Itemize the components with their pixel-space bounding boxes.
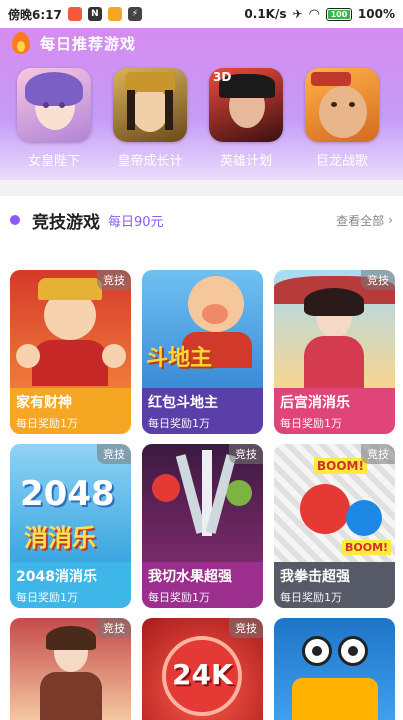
airplane-icon: ✈ — [292, 7, 303, 21]
card-reward: 每日奖励1万 — [148, 591, 210, 604]
game-card-qieshuiguo[interactable]: 竞技 我切水果超强 每日奖励1万 — [142, 444, 263, 608]
battery-percent: 100% — [357, 7, 395, 21]
game-icon-julong — [305, 68, 379, 142]
card-name: 2048消消乐 — [16, 569, 97, 585]
flame-icon — [12, 32, 30, 54]
card-reward: 每日奖励1万 — [280, 417, 342, 430]
section-subtitle: 每日90元 — [108, 214, 164, 230]
card-info: 2048消消乐 每日奖励1万 — [10, 562, 131, 608]
tag-badge: 竞技 — [361, 270, 395, 290]
game-card-row3-1[interactable]: 竞技 — [10, 618, 131, 720]
app-notify-icon — [107, 7, 122, 21]
24k-logo-text: 24K — [172, 658, 233, 691]
tag-badge: 竞技 — [97, 444, 131, 464]
card-name: 我切水果超强 — [148, 569, 232, 585]
daily-title: 每日推荐游戏 — [40, 34, 137, 53]
status-time: 傍晚6:17 — [8, 7, 62, 22]
game-card-doudizhu[interactable]: 斗地主 红包斗地主 每日奖励1万 — [142, 270, 263, 434]
daily-game-julong[interactable]: 巨龙战歌 — [304, 68, 380, 169]
boom-text-2: BOOM! — [342, 540, 392, 555]
daily-game-nvhuang[interactable]: 女皇陛下 — [16, 68, 92, 169]
card-info: 后宫消消乐 每日奖励1万 — [274, 388, 395, 434]
daily-game-huangdi[interactable]: 皇帝成长计 — [112, 68, 188, 169]
daily-game-label: 英雄计划 — [219, 154, 272, 169]
boom-text-1: BOOM! — [314, 458, 367, 474]
daily-game-yingxiong[interactable]: 3D 英雄计划 — [208, 68, 284, 169]
tag-badge: 竞技 — [97, 618, 131, 638]
card-reward: 每日奖励1万 — [280, 591, 342, 604]
game-art-doudizhu: 斗地主 — [142, 270, 263, 388]
section-dot-icon — [10, 215, 20, 225]
game-icon-huangdi — [113, 68, 187, 142]
game-card-row3-3[interactable] — [274, 618, 395, 720]
card-reward: 每日奖励1万 — [148, 417, 210, 430]
daily-game-label: 女皇陛下 — [27, 154, 80, 169]
wifi-icon: ◠ — [308, 6, 320, 22]
game-card-caishen[interactable]: 竞技 家有财神 每日奖励1万 — [10, 270, 131, 434]
daily-game-label: 巨龙战歌 — [315, 154, 368, 169]
shield-icon: ⚡ — [127, 7, 142, 21]
tag-badge: 竞技 — [229, 618, 263, 638]
daily-recommend-panel: 每日推荐游戏 女皇陛下 皇帝成长计 3D 英雄计划 巨龙战歌 — [0, 28, 403, 180]
tag-badge: 竞技 — [229, 444, 263, 464]
notification-icon — [67, 7, 82, 21]
card-reward: 每日奖励1万 — [16, 591, 78, 604]
chevron-right-icon: › — [388, 213, 393, 227]
card-reward: 每日奖励1万 — [16, 417, 78, 430]
xiaoxiaole-logo-text: 消消乐 — [24, 524, 96, 552]
card-info: 我拳击超强 每日奖励1万 — [274, 562, 395, 608]
card-name: 后宫消消乐 — [280, 395, 350, 411]
see-all-link[interactable]: 查看全部 › — [336, 212, 393, 229]
news-icon: N — [87, 7, 102, 21]
game-card-quanji[interactable]: BOOM! BOOM! 竞技 我拳击超强 每日奖励1万 — [274, 444, 395, 608]
game-card-2048[interactable]: 2048 消消乐 竞技 2048消消乐 每日奖励1万 — [10, 444, 131, 608]
net-speed: 0.1K/s — [244, 7, 287, 21]
2048-logo-text: 2048 — [20, 474, 115, 514]
game-card-24k[interactable]: 24K 竞技 — [142, 618, 263, 720]
status-bar: 傍晚6:17 N ⚡ 0.1K/s ✈ ◠ 100 100% — [0, 0, 403, 28]
tag-badge: 竞技 — [97, 270, 131, 290]
card-name: 我拳击超强 — [280, 569, 350, 585]
card-name: 家有财神 — [16, 395, 72, 411]
card-info: 红包斗地主 每日奖励1万 — [142, 388, 263, 434]
card-name: 红包斗地主 — [148, 395, 218, 411]
see-all-label: 查看全部 — [336, 213, 385, 228]
card-info: 家有财神 每日奖励1万 — [10, 388, 131, 434]
section-title: 竞技游戏 — [32, 212, 100, 233]
game-art-row3-3 — [274, 618, 395, 720]
game-icon-nvhuang — [17, 68, 91, 142]
card-info: 我切水果超强 每日奖励1万 — [142, 562, 263, 608]
tag-badge: 竞技 — [361, 444, 395, 464]
doudizhu-logo-text: 斗地主 — [146, 346, 213, 371]
battery-icon: 100 — [325, 7, 352, 21]
game-card-hougong[interactable]: 竞技 后宫消消乐 每日奖励1万 — [274, 270, 395, 434]
daily-game-label: 皇帝成长计 — [117, 154, 183, 169]
game-icon-yingxiong: 3D — [209, 68, 283, 142]
